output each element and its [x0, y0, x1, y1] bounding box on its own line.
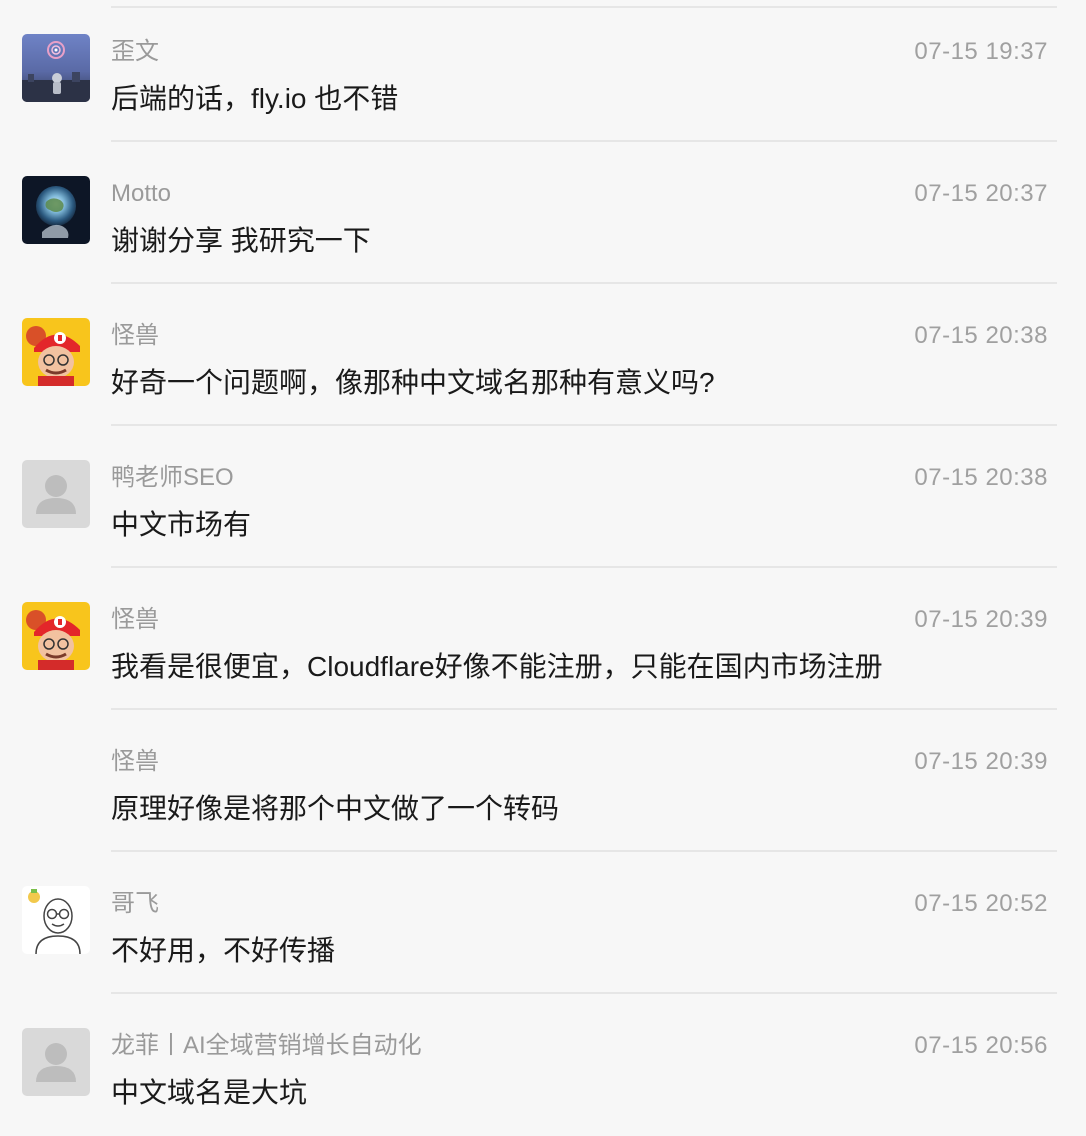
message-timestamp: 07-15 20:38 — [914, 464, 1048, 491]
message-timestamp: 07-15 20:39 — [914, 606, 1048, 633]
message-text: 谢谢分享 我研究一下 — [111, 225, 371, 256]
chat-message: 怪兽 07-15 20:39 原理好像是将那个中文做了一个转码 — [0, 710, 1086, 852]
sender-name[interactable]: 怪兽 — [111, 321, 159, 351]
chat-message: 怪兽 07-15 20:38 好奇一个问题啊，像那种中文域名那种有意义吗? — [0, 284, 1086, 426]
message-text: 后端的话，fly.io 也不错 — [111, 83, 399, 114]
sender-name[interactable]: 鸭老师SEO — [111, 463, 234, 493]
avatar-astronaut-icon[interactable] — [22, 34, 90, 102]
message-timestamp: 07-15 19:37 — [914, 38, 1048, 65]
default-avatar-icon[interactable] — [22, 1028, 90, 1096]
message-timestamp: 07-15 20:37 — [914, 180, 1048, 207]
sender-name[interactable]: 怪兽 — [111, 747, 159, 777]
sender-name[interactable]: 龙菲丨AI全域营销增长自动化 — [111, 1031, 422, 1061]
sender-name[interactable]: Motto — [111, 179, 171, 209]
chat-message: 歪文 07-15 19:37 后端的话，fly.io 也不错 — [0, 0, 1086, 142]
message-text: 原理好像是将那个中文做了一个转码 — [111, 793, 560, 824]
message-timestamp: 07-15 20:52 — [914, 890, 1048, 917]
sender-name[interactable]: 怪兽 — [111, 605, 159, 635]
chat-message: 怪兽 07-15 20:39 我看是很便宜，Cloudflare好像不能注册，只… — [0, 568, 1086, 710]
default-avatar-icon[interactable] — [22, 460, 90, 528]
avatar-glasses-man-icon[interactable] — [22, 886, 90, 954]
message-timestamp: 07-15 20:56 — [914, 1032, 1048, 1059]
chat-message: Motto 07-15 20:37 谢谢分享 我研究一下 — [0, 142, 1086, 284]
message-text: 中文市场有 — [111, 509, 252, 540]
message-text: 中文域名是大坑 — [111, 1077, 308, 1108]
avatar-cartoon-mario-icon[interactable] — [22, 318, 90, 386]
message-text: 我看是很便宜，Cloudflare好像不能注册，只能在国内市场注册 — [111, 651, 883, 682]
avatar-earth-icon[interactable] — [22, 176, 90, 244]
message-text: 不好用，不好传播 — [111, 935, 336, 966]
chat-message: 哥飞 07-15 20:52 不好用，不好传播 — [0, 852, 1086, 994]
chat-message: 鸭老师SEO 07-15 20:38 中文市场有 — [0, 426, 1086, 568]
message-text: 好奇一个问题啊，像那种中文域名那种有意义吗? — [111, 367, 715, 398]
avatar-cartoon-mario-icon[interactable] — [22, 602, 90, 670]
sender-name[interactable]: 歪文 — [111, 37, 159, 67]
chat-message: 龙菲丨AI全域营销增长自动化 07-15 20:56 中文域名是大坑 — [0, 994, 1086, 1136]
message-timestamp: 07-15 20:39 — [914, 748, 1048, 775]
sender-name[interactable]: 哥飞 — [111, 889, 159, 919]
message-timestamp: 07-15 20:38 — [914, 322, 1048, 349]
